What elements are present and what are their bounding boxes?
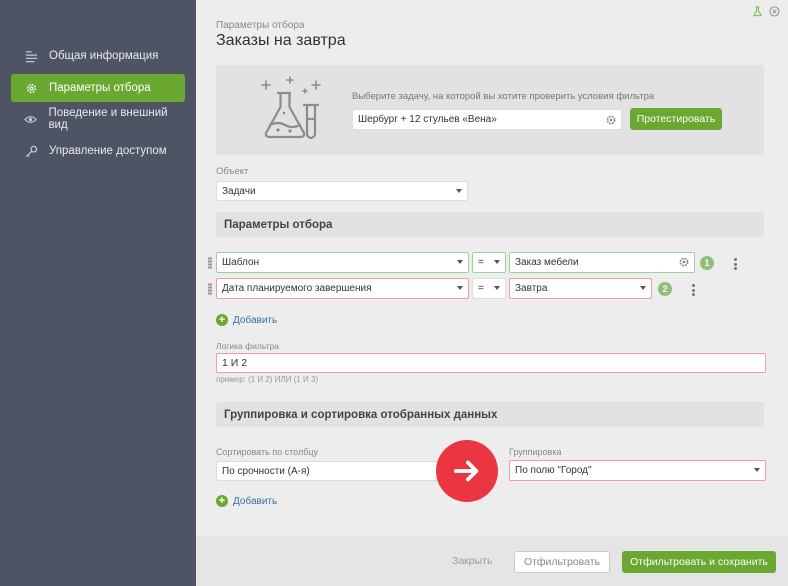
add-condition-label: Добавить — [233, 314, 278, 326]
filter-save-button[interactable]: Отфильтровать и сохранить — [622, 551, 776, 573]
group-select[interactable]: По полю "Город" — [509, 460, 766, 481]
condition-value-select[interactable]: Завтра — [509, 278, 652, 299]
sort-select-value: По срочности (А-я) — [222, 465, 310, 477]
chevron-down-icon — [494, 286, 500, 290]
filter-logic-hint: пример: (1 И 2) ИЛИ (1 И 3) — [216, 375, 319, 384]
condition-value-input[interactable]: Заказ мебели — [509, 252, 695, 273]
add-condition-button[interactable]: + Добавить — [216, 314, 277, 326]
plus-icon: + — [216, 495, 228, 507]
filter-logic-value: 1 И 2 — [222, 357, 248, 369]
close-icon[interactable] — [769, 6, 780, 17]
chevron-down-icon — [754, 468, 760, 472]
sidebar-item-general-info[interactable]: Общая информация — [11, 42, 185, 70]
arrow-right-icon — [436, 440, 498, 502]
list-lines-icon — [23, 48, 39, 64]
sidebar-item-access[interactable]: Управление доступом — [11, 137, 185, 165]
filter-logic-input[interactable]: 1 И 2 — [216, 353, 766, 373]
task-input-value: Шербург + 12 стульев «Вена» — [358, 114, 497, 125]
sidebar-item-label: Поведение и внешний вид — [48, 107, 168, 131]
sidebar-item-label: Параметры отбора — [49, 82, 151, 94]
object-label: Объект — [216, 166, 249, 177]
chevron-down-icon — [456, 189, 462, 193]
sidebar-item-behavior[interactable]: Поведение и внешний вид — [11, 105, 185, 133]
breadcrumb: Параметры отбора — [216, 20, 305, 31]
condition-value-text: Завтра — [515, 283, 548, 294]
eye-icon — [23, 111, 38, 127]
gear-icon[interactable] — [605, 114, 617, 129]
task-input[interactable]: Шербург + 12 стульев «Вена» — [352, 109, 622, 130]
drag-handle-icon[interactable] — [208, 257, 212, 269]
chevron-down-icon — [640, 286, 646, 290]
chevron-down-icon — [457, 260, 463, 264]
flask-small-icon[interactable] — [752, 6, 763, 17]
grouping-section-header: Группировка и сортировка отобранных данн… — [216, 402, 764, 427]
test-hint-text: Выберите задачу, на которой вы хотите пр… — [352, 91, 655, 102]
sidebar-item-label: Управление доступом — [49, 145, 167, 157]
condition-operator-value: = — [478, 257, 484, 268]
condition-value-text: Заказ мебели — [515, 257, 579, 268]
condition-number-badge: 2 — [658, 282, 672, 296]
more-vertical-icon[interactable] — [692, 284, 695, 296]
close-button[interactable]: Закрыть — [452, 555, 492, 567]
condition-operator-value: = — [478, 283, 484, 294]
sort-select[interactable]: По срочности (А-я) — [216, 461, 468, 481]
gear-icon — [23, 80, 39, 96]
page-title: Заказы на завтра — [216, 32, 346, 49]
drag-handle-icon[interactable] — [208, 283, 212, 295]
chevron-down-icon — [457, 286, 463, 290]
sort-label: Сортировать по столбцу — [216, 447, 319, 457]
object-select[interactable]: Задачи — [216, 181, 468, 201]
key-icon — [23, 143, 39, 159]
filter-button[interactable]: Отфильтровать — [514, 551, 610, 573]
main-panel: Параметры отбора Заказы на завтра Выбери… — [196, 0, 788, 586]
plus-icon: + — [216, 314, 228, 326]
condition-field-select[interactable]: Дата планируемого завершения — [216, 278, 469, 299]
add-grouping-label: Добавить — [233, 495, 278, 507]
condition-field-select[interactable]: Шаблон — [216, 252, 469, 273]
sidebar-item-label: Общая информация — [49, 50, 159, 62]
condition-field-value: Дата планируемого завершения — [222, 283, 372, 294]
more-vertical-icon[interactable] — [734, 258, 737, 270]
condition-operator-select[interactable]: = — [472, 252, 506, 273]
group-label: Группировка — [509, 447, 562, 457]
condition-operator-select[interactable]: = — [472, 278, 506, 299]
object-select-value: Задачи — [222, 185, 256, 197]
filter-logic-label: Логика фильтра — [216, 341, 279, 351]
test-button[interactable]: Протестировать — [630, 108, 722, 130]
flask-illustration-icon — [261, 76, 321, 140]
condition-number-badge: 1 — [700, 256, 714, 270]
filter-section-header: Параметры отбора — [216, 212, 764, 237]
condition-field-value: Шаблон — [222, 257, 260, 268]
sidebar: Общая информация Параметры отбора Поведе… — [0, 0, 196, 586]
sidebar-item-filter-params[interactable]: Параметры отбора — [11, 74, 185, 102]
add-grouping-button[interactable]: + Добавить — [216, 495, 277, 507]
gear-icon[interactable] — [678, 256, 690, 271]
test-panel: Выберите задачу, на которой вы хотите пр… — [216, 65, 764, 155]
chevron-down-icon — [494, 260, 500, 264]
group-select-value: По полю "Город" — [515, 465, 592, 476]
